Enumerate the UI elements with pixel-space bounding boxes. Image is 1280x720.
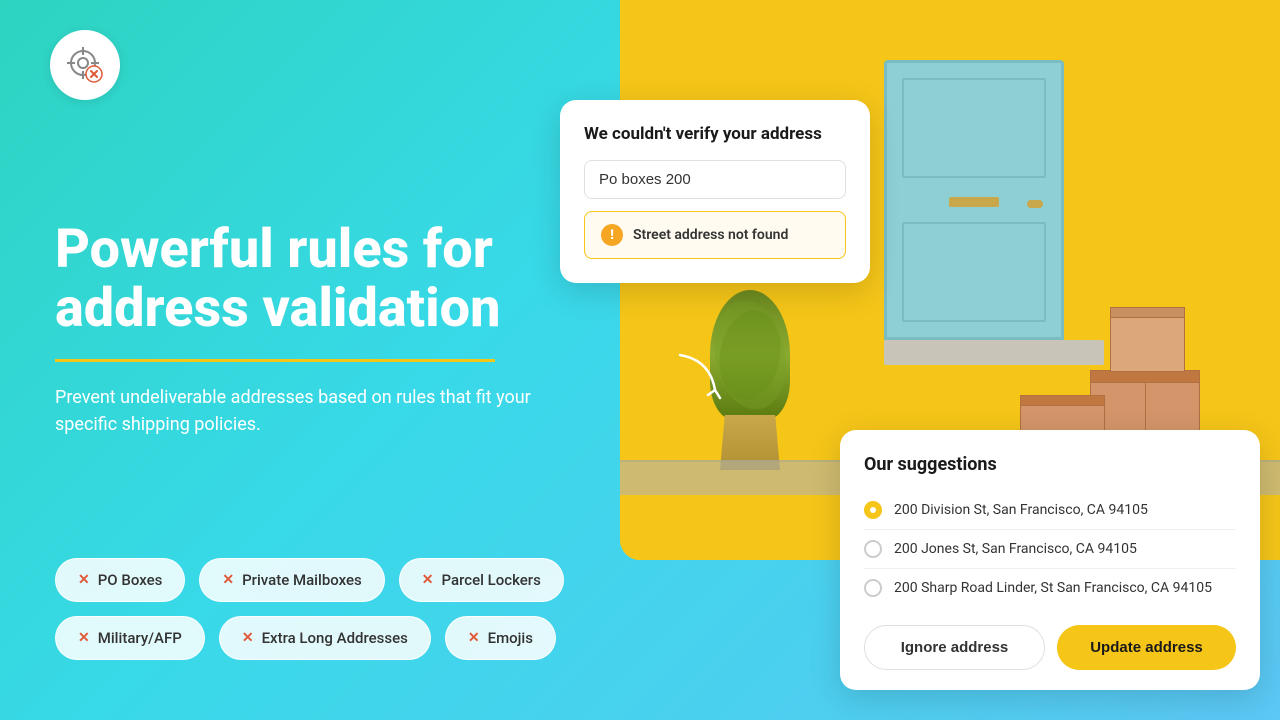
tag-extra-long[interactable]: ✕ Extra Long Addresses <box>219 616 431 660</box>
door <box>884 60 1064 340</box>
warning-icon: ! <box>601 224 623 246</box>
tag-military[interactable]: ✕ Military/AFP <box>55 616 205 660</box>
logo <box>50 30 120 100</box>
arrow-decoration <box>660 340 740 420</box>
tag-x-icon: ✕ <box>242 630 254 646</box>
door-mail-slot <box>949 197 999 207</box>
main-title: Powerful rules for address validation <box>55 220 585 339</box>
subtitle: Prevent undeliverable addresses based on… <box>55 384 585 438</box>
error-text: Street address not found <box>633 227 788 243</box>
suggestion-item-3[interactable]: 200 Sharp Road Linder, St San Francisco,… <box>864 568 1236 607</box>
left-content: Powerful rules for address validation Pr… <box>55 220 585 488</box>
suggestions-card: Our suggestions 200 Division St, San Fra… <box>840 430 1260 690</box>
radio-unselected[interactable] <box>864 540 882 558</box>
verify-card: We couldn't verify your address ! Street… <box>560 100 870 283</box>
tag-x-icon: ✕ <box>222 572 234 588</box>
suggestion-item-1[interactable]: 200 Division St, San Francisco, CA 94105 <box>864 491 1236 529</box>
box-small-top <box>1110 307 1185 372</box>
door-handle <box>1027 200 1043 208</box>
ignore-address-button[interactable]: Ignore address <box>864 625 1045 670</box>
tags-row-2: ✕ Military/AFP ✕ Extra Long Addresses ✕ … <box>55 616 564 660</box>
tag-x-icon: ✕ <box>468 630 480 646</box>
tag-x-icon: ✕ <box>422 572 434 588</box>
update-address-button[interactable]: Update address <box>1057 625 1236 670</box>
suggestions-actions: Ignore address Update address <box>864 625 1236 670</box>
tag-x-icon: ✕ <box>78 572 90 588</box>
suggestion-item-2[interactable]: 200 Jones St, San Francisco, CA 94105 <box>864 529 1236 568</box>
radio-unselected[interactable] <box>864 579 882 597</box>
suggestions-title: Our suggestions <box>864 454 1236 475</box>
error-banner: ! Street address not found <box>584 211 846 259</box>
tag-emojis[interactable]: ✕ Emojis <box>445 616 556 660</box>
door-panel-top <box>902 78 1046 178</box>
radio-selected[interactable] <box>864 501 882 519</box>
door-panel-bottom <box>902 222 1046 322</box>
tag-private-mailboxes[interactable]: ✕ Private Mailboxes <box>199 558 384 602</box>
tag-parcel-lockers[interactable]: ✕ Parcel Lockers <box>399 558 564 602</box>
verify-card-title: We couldn't verify your address <box>584 124 846 144</box>
yellow-divider <box>55 359 495 362</box>
tags-container: ✕ PO Boxes ✕ Private Mailboxes ✕ Parcel … <box>55 558 564 660</box>
address-input[interactable] <box>584 160 846 199</box>
tag-x-icon: ✕ <box>78 630 90 646</box>
tags-row-1: ✕ PO Boxes ✕ Private Mailboxes ✕ Parcel … <box>55 558 564 602</box>
tag-po-boxes[interactable]: ✕ PO Boxes <box>55 558 185 602</box>
